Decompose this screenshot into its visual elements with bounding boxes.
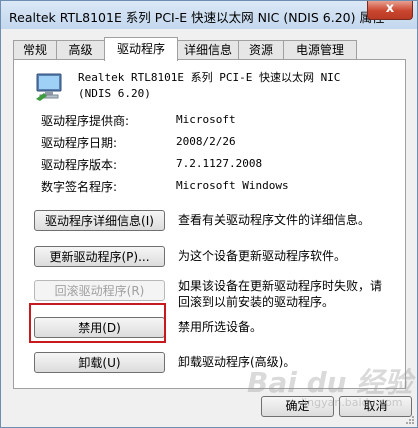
properties-dialog: Realtek RTL8101E 系列 PCI-E 快速以太网 NIC (NDI…	[0, 0, 418, 428]
rollback-driver-desc: 如果该设备在更新驱动程序时失败，请 回滚到以前安装的驱动程序。	[178, 278, 382, 310]
device-name-line2: (NDIS 6.20)	[78, 87, 151, 100]
driver-details-desc: 查看有关驱动程序文件的详细信息。	[178, 213, 371, 227]
resize-grip-icon[interactable]	[405, 415, 415, 425]
version-label: 驱动程序版本:	[41, 158, 118, 172]
tab-details[interactable]: 详细信息	[177, 40, 239, 60]
device-name: Realtek RTL8101E 系列 PCI-E 快速以太网 NIC (NDI…	[78, 70, 398, 102]
tab-power-management[interactable]: 电源管理	[283, 40, 357, 60]
update-driver-button[interactable]: 更新驱动程序(P)...	[34, 246, 165, 267]
provider-label: 驱动程序提供商:	[41, 114, 130, 128]
rollback-desc-line2: 回滚到以前安装的驱动程序。	[178, 295, 335, 309]
title-bar[interactable]: Realtek RTL8101E 系列 PCI-E 快速以太网 NIC (NDI…	[1, 1, 417, 29]
date-label: 驱动程序日期:	[41, 136, 118, 150]
tab-general[interactable]: 常规	[13, 40, 57, 60]
signer-label: 数字签名程序:	[41, 180, 118, 194]
watermark-logo: Bai du 经验	[247, 366, 413, 399]
network-adapter-icon	[36, 73, 62, 101]
signer-value: Microsoft Windows	[176, 179, 289, 192]
driver-details-button[interactable]: 驱动程序详细信息(I)	[34, 210, 165, 231]
close-button[interactable]: x	[367, 1, 413, 20]
close-icon: x	[385, 1, 395, 16]
rollback-driver-button[interactable]: 回滚驱动程序(R)	[34, 280, 165, 301]
disable-desc: 禁用所选设备。	[178, 320, 263, 334]
rollback-desc-line1: 如果该设备在更新驱动程序时失败，请	[178, 279, 383, 293]
tab-driver[interactable]: 驱动程序	[104, 37, 178, 61]
highlight-annotation-box	[29, 303, 166, 343]
tab-advanced[interactable]: 高级	[56, 40, 105, 60]
window-title: Realtek RTL8101E 系列 PCI-E 快速以太网 NIC (NDI…	[9, 10, 385, 25]
tab-resources[interactable]: 资源	[238, 40, 284, 60]
provider-value: Microsoft	[176, 113, 236, 126]
watermark-url: jingyan.baidu.com	[301, 396, 403, 409]
update-driver-desc: 为这个设备更新驱动程序软件。	[178, 249, 347, 263]
date-value: 2008/2/26	[176, 135, 236, 148]
device-name-line1: Realtek RTL8101E 系列 PCI-E 快速以太网 NIC	[78, 71, 341, 84]
uninstall-button[interactable]: 卸载(U)	[34, 352, 165, 373]
version-value: 7.2.1127.2008	[176, 157, 263, 170]
